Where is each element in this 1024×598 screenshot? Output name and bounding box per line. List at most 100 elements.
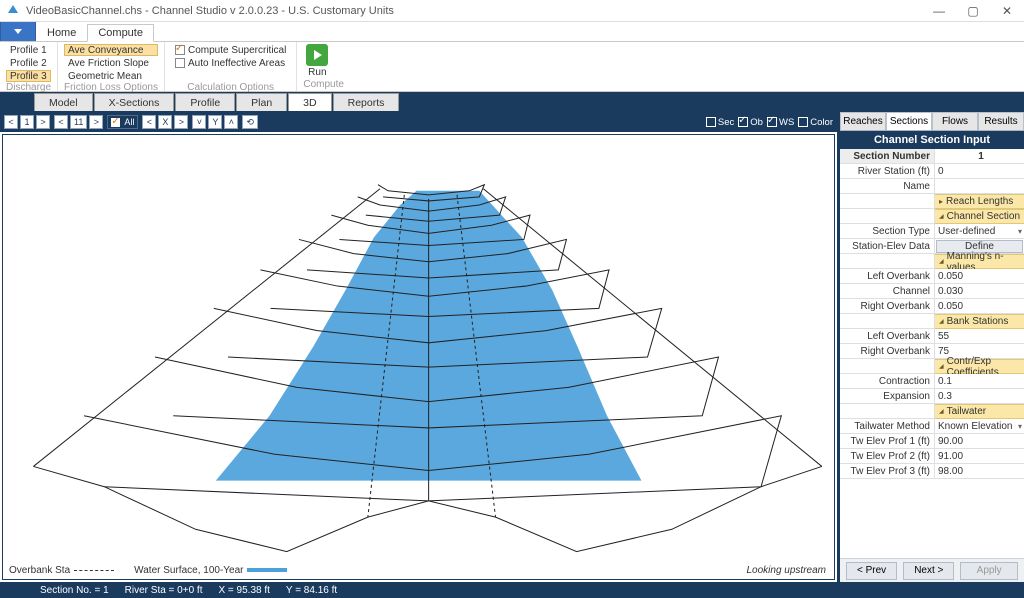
river-station-label: River Station (ft) [840,164,935,178]
band-channel-section[interactable]: Channel Section [935,209,1024,224]
section-type-label: Section Type [840,224,935,238]
station-elev-label: Station-Elev Data [840,239,935,253]
tw-elev-3-input[interactable]: 98.00 [935,464,1024,478]
manning-left-overbank-input[interactable]: 0.050 [935,269,1024,283]
axis-x-button[interactable]: X [158,115,172,129]
river-station-input[interactable]: 0 [935,164,1024,178]
run-button[interactable]: Run [303,44,331,78]
navbar: Model X-Sections Profile Plan 3D Reports [0,92,1024,112]
tw-elev-2-input[interactable]: 91.00 [935,449,1024,463]
toggle-color[interactable]: Color [798,117,833,128]
side-footer: < Prev Next > Apply [840,558,1024,582]
name-label: Name [840,179,935,193]
dash-icon [74,570,114,571]
section-number-label: Section Number [840,149,935,163]
status-section: Section No. = 1 [40,585,109,596]
close-button[interactable]: ✕ [990,0,1024,22]
window-controls: — ▢ ✕ [922,0,1024,22]
app-icon [6,4,20,18]
axis-y-button[interactable]: Y [208,115,222,129]
contraction-input[interactable]: 0.1 [935,374,1024,388]
chevron-down-icon: ▾ [1018,422,1022,431]
friction-geom-mean[interactable]: Geometric Mean [64,70,158,82]
nav-b-next[interactable]: > [89,115,103,129]
minimize-button[interactable]: — [922,0,956,22]
nav-b-prev[interactable]: < [54,115,68,129]
prev-button[interactable]: < Prev [846,562,897,580]
reset-view-button[interactable]: ⟲ [242,115,258,129]
side-tab-sections[interactable]: Sections [886,112,932,130]
ribbon: Profile 1 Profile 2 Profile 3 Discharge … [0,42,1024,92]
legend: Overbank Sta Water Surface, 100-Year [9,565,291,576]
nav-tab-3d[interactable]: 3D [288,93,331,111]
nav-a-value[interactable]: 1 [20,115,34,129]
main: < 1 > < 11 > All < X > ˅ Y ˄ ⟲ [0,112,1024,582]
axis-y-down[interactable]: ˅ [192,115,206,129]
canvas-3d[interactable]: Overbank Sta Water Surface, 100-Year Loo… [2,134,835,580]
ribbon-group-compute: Run Compute [297,42,350,91]
side-tab-results[interactable]: Results [978,112,1024,130]
discharge-profile-3[interactable]: Profile 3 [6,70,51,82]
auto-ineffective-toggle[interactable]: Auto Ineffective Areas [171,57,290,69]
toggle-all[interactable]: All [107,115,138,129]
menu-tab-home[interactable]: Home [36,24,87,41]
ribbon-group-friction: Ave Conveyance Ave Friction Slope Geomet… [58,42,165,91]
tw-elev-1-input[interactable]: 90.00 [935,434,1024,448]
checkbox-icon [175,58,185,68]
toggle-ob[interactable]: Ob [738,117,763,128]
status-x: X = 95.38 ft [218,585,269,596]
property-grid: Section Number1 River Station (ft)0 Name… [840,149,1024,558]
maximize-button[interactable]: ▢ [956,0,990,22]
name-input[interactable] [935,179,1024,193]
nav-c-prev[interactable]: < [142,115,156,129]
bank-left-overbank-input[interactable]: 55 [935,329,1024,343]
status-river-sta: River Sta = 0+0 ft [125,585,203,596]
manning-channel-input[interactable]: 0.030 [935,284,1024,298]
nav-b-value[interactable]: 11 [70,115,87,129]
band-manning[interactable]: Manning's n-values [935,254,1024,269]
toggle-ws[interactable]: WS [767,117,794,128]
nav-tab-profile[interactable]: Profile [175,93,235,111]
window-title: VideoBasicChannel.chs - Channel Studio v… [26,5,394,17]
nav-a-next[interactable]: > [36,115,50,129]
nav-c-next[interactable]: > [174,115,188,129]
ribbon-group-discharge: Profile 1 Profile 2 Profile 3 Discharge [0,42,58,91]
nav-tab-xsections[interactable]: X-Sections [94,93,175,111]
band-contr-exp[interactable]: Contr/Exp Coefficients [935,359,1024,374]
next-button[interactable]: Next > [903,562,954,580]
nav-a-prev[interactable]: < [4,115,18,129]
side-tabs: Reaches Sections Flows Results [840,112,1024,131]
band-bank-stations[interactable]: Bank Stations [935,314,1024,329]
side-header: Channel Section Input [840,131,1024,149]
file-menu-button[interactable] [0,21,36,41]
toggle-sec[interactable]: Sec [706,117,734,128]
compute-supercritical-toggle[interactable]: Compute Supercritical [171,44,290,56]
tailwater-method-select[interactable]: Known Elevation▾ [935,419,1024,433]
menu-tab-compute[interactable]: Compute [87,24,154,42]
friction-ave-conveyance[interactable]: Ave Conveyance [64,44,158,56]
expansion-input[interactable]: 0.3 [935,389,1024,403]
band-reach-lengths[interactable]: Reach Lengths [935,194,1024,209]
friction-ave-slope[interactable]: Ave Friction Slope [64,57,158,69]
chevron-down-icon: ▾ [1018,227,1022,236]
apply-button[interactable]: Apply [960,562,1018,580]
nav-tab-model[interactable]: Model [34,93,93,111]
play-icon [306,44,328,66]
legend-ws-label: Water Surface, 100-Year [134,565,243,576]
nav-tab-plan[interactable]: Plan [236,93,287,111]
section-type-select[interactable]: User-defined▾ [935,224,1024,238]
status-bar: Section No. = 1 River Sta = 0+0 ft X = 9… [0,582,1024,598]
view-note: Looking upstream [747,565,827,576]
side-panel: Reaches Sections Flows Results Channel S… [839,112,1024,582]
discharge-profile-2[interactable]: Profile 2 [6,57,51,69]
legend-overbank-label: Overbank Sta [9,565,70,576]
checkbox-icon [175,45,185,55]
manning-right-overbank-input[interactable]: 0.050 [935,299,1024,313]
discharge-profile-1[interactable]: Profile 1 [6,44,51,56]
band-tailwater[interactable]: Tailwater [935,404,1024,419]
side-tab-flows[interactable]: Flows [932,112,978,130]
nav-tab-reports[interactable]: Reports [333,93,400,111]
axis-y-up[interactable]: ˄ [224,115,238,129]
view-toolbar: < 1 > < 11 > All < X > ˅ Y ˄ ⟲ [0,112,837,132]
side-tab-reaches[interactable]: Reaches [840,112,886,130]
